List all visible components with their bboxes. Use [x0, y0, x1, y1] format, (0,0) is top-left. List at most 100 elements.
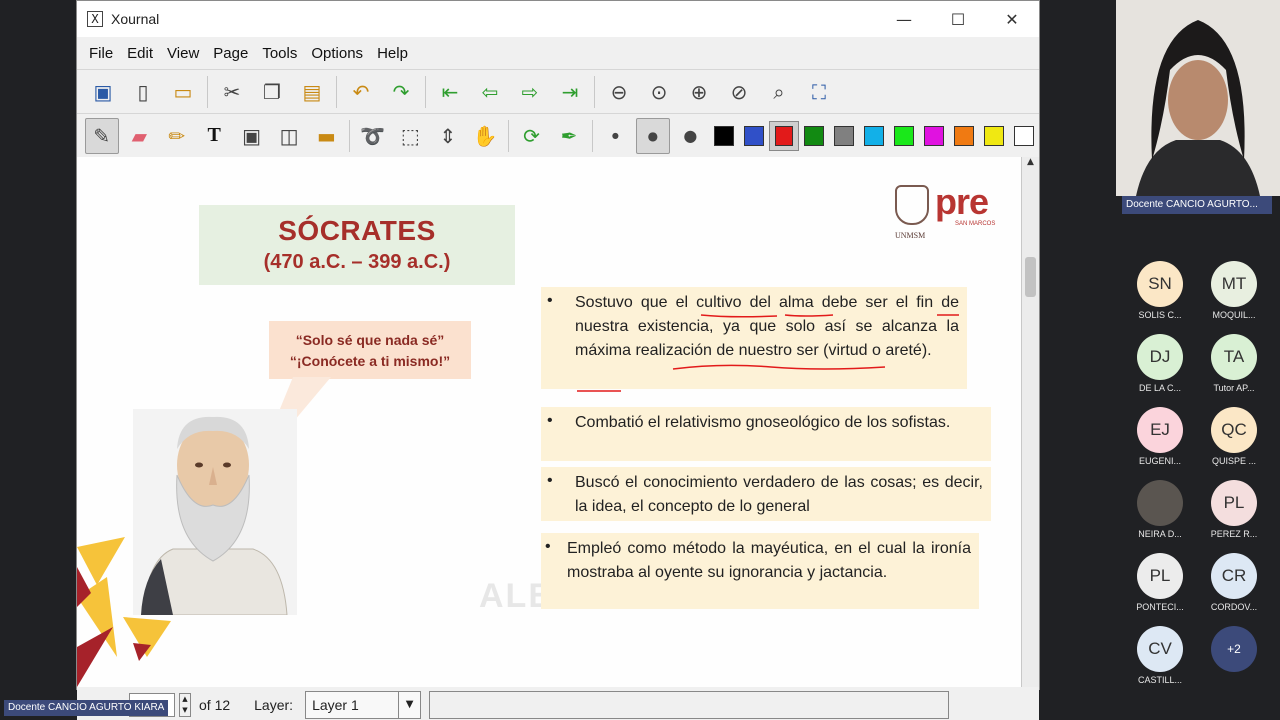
menu-help[interactable]: Help — [377, 45, 408, 62]
layer-value: Layer 1 — [312, 697, 359, 713]
paste-icon[interactable]: ▤ — [294, 74, 330, 110]
menu-options[interactable]: Options — [311, 45, 363, 62]
page-spinner[interactable]: ▲ ▼ — [179, 693, 191, 717]
layer-dropdown[interactable]: Layer 1 ▼ — [305, 691, 422, 719]
zoom-out-icon[interactable]: ⊖ — [601, 74, 637, 110]
menu-page[interactable]: Page — [213, 45, 248, 62]
color-swatch — [714, 125, 735, 146]
shape-recognizer-icon[interactable]: ◫ — [272, 118, 305, 154]
thickness-thick-icon[interactable]: ● — [674, 118, 707, 154]
vertical-scrollbar[interactable]: ▲ — [1021, 157, 1039, 687]
title-bar: X Xournal — ☐ ✕ — [77, 1, 1039, 37]
undo-icon[interactable]: ↶ — [343, 74, 379, 110]
participant-tile[interactable]: DJ DE LA C... — [1125, 334, 1195, 393]
window-title: Xournal — [111, 11, 160, 27]
page-canvas[interactable]: SÓCRATES (470 a.C. – 399 a.C.) pre SAN M… — [77, 157, 1021, 687]
redo-icon[interactable]: ↷ — [383, 74, 419, 110]
toolbar-separator — [591, 119, 593, 152]
toolbar-separator — [594, 75, 595, 108]
scroll-thumb[interactable] — [1025, 257, 1036, 297]
color-magenta[interactable] — [919, 121, 949, 151]
maximize-button[interactable]: ☐ — [931, 10, 985, 29]
participant-tile[interactable]: +2 — [1199, 626, 1269, 675]
cut-icon[interactable]: ✂ — [214, 74, 250, 110]
fullscreen-icon[interactable]: ⛶ — [801, 74, 837, 110]
participant-tile[interactable]: EJ EUGENI... — [1125, 407, 1195, 466]
minimize-button[interactable]: — — [877, 10, 931, 29]
status-message-box — [429, 691, 950, 719]
avatar: EJ — [1137, 407, 1183, 453]
previous-page-icon[interactable]: ⇦ — [472, 74, 508, 110]
color-orange[interactable] — [949, 121, 979, 151]
eraser-icon[interactable]: ▰ — [123, 118, 156, 154]
tools-toolbar: ✎ ▰ ✏ T ▣ ◫ ▬ ➰ ⬚ ⇕ ✋ ⟳ ✒ ● ● ● — [77, 113, 1039, 157]
avatar — [1137, 480, 1183, 526]
highlighter-icon[interactable]: ✏ — [160, 118, 193, 154]
save-icon[interactable]: ▣ — [85, 74, 121, 110]
participant-tile[interactable]: PL PEREZ R... — [1199, 480, 1269, 539]
color-swatch — [954, 125, 975, 146]
color-light-green[interactable] — [889, 121, 919, 151]
zoom-normal-icon[interactable]: ⊙ — [641, 74, 677, 110]
avatar: MT — [1211, 261, 1257, 307]
menu-edit[interactable]: Edit — [127, 45, 153, 62]
color-blue[interactable] — [739, 121, 769, 151]
quote-box: “Solo sé que nada sé” “¡Conócete a ti mi… — [269, 321, 471, 379]
page-width-icon[interactable]: ⊘ — [721, 74, 757, 110]
text-tool-icon[interactable]: T — [197, 118, 230, 154]
toolbar-separator — [349, 119, 351, 152]
participant-name: QUISPE ... — [1211, 456, 1256, 466]
participant-name: EUGENI... — [1138, 456, 1181, 466]
color-yellow[interactable] — [979, 121, 1009, 151]
default-pen-icon[interactable]: ✒ — [552, 118, 585, 154]
participant-tile[interactable]: NEIRA D... — [1125, 480, 1195, 539]
slide-dates: (470 a.C. – 399 a.C.) — [263, 251, 451, 273]
lasso-select-icon[interactable]: ➰ — [356, 118, 389, 154]
participant-tile[interactable]: CR CORDOV... — [1199, 553, 1269, 612]
participant-name: CORDOV... — [1210, 602, 1258, 612]
color-white[interactable] — [1009, 121, 1039, 151]
participant-tile[interactable]: QC QUISPE ... — [1199, 407, 1269, 466]
open-folder-icon[interactable]: ▭ — [165, 74, 201, 110]
thickness-fine-icon[interactable]: ● — [599, 118, 632, 154]
participant-tile[interactable]: CV CASTILL... — [1125, 626, 1195, 685]
color-gray[interactable] — [829, 121, 859, 151]
color-swatch — [744, 125, 765, 146]
close-button[interactable]: ✕ — [985, 10, 1039, 29]
participant-name: MOQUIL... — [1212, 310, 1256, 320]
toolbar-separator — [336, 75, 337, 108]
participant-tile[interactable]: SN SOLIS C... — [1125, 261, 1195, 320]
menu-view[interactable]: View — [167, 45, 199, 62]
ruler-icon[interactable]: ▬ — [310, 118, 343, 154]
next-page-icon[interactable]: ⇨ — [512, 74, 548, 110]
participant-tile[interactable]: MT MOQUIL... — [1199, 261, 1269, 320]
hand-tool-icon[interactable]: ✋ — [468, 118, 501, 154]
default-tool-icon[interactable]: ⟳ — [515, 118, 548, 154]
scroll-up-icon[interactable]: ▲ — [1022, 157, 1039, 173]
copy-icon[interactable]: ❐ — [254, 74, 290, 110]
last-page-icon[interactable]: ⇥ — [552, 74, 588, 110]
color-green[interactable] — [799, 121, 829, 151]
quote-line-1: “Solo sé que nada sé” — [295, 332, 445, 348]
color-black[interactable] — [709, 121, 739, 151]
color-swatch — [775, 125, 794, 146]
menu-tools[interactable]: Tools — [262, 45, 297, 62]
rect-select-icon[interactable]: ⬚ — [394, 118, 427, 154]
color-light-blue[interactable] — [859, 121, 889, 151]
meeting-participants-panel: Docente CANCIO AGURTO... SN SOLIS C... MT M… — [1116, 0, 1280, 720]
participant-name: CASTILL... — [1137, 675, 1182, 685]
new-page-icon[interactable]: ▯ — [125, 74, 161, 110]
participant-tile[interactable]: TA Tutor AP... — [1199, 334, 1269, 393]
participant-tile[interactable]: PL PONTECI... — [1125, 553, 1195, 612]
image-tool-icon[interactable]: ▣ — [235, 118, 268, 154]
color-red[interactable] — [769, 120, 800, 151]
slide-title: SÓCRATES — [278, 215, 436, 246]
first-page-icon[interactable]: ⇤ — [432, 74, 468, 110]
zoom-in-icon[interactable]: ⊕ — [681, 74, 717, 110]
vertical-space-icon[interactable]: ⇕ — [431, 118, 464, 154]
thickness-medium-icon[interactable]: ● — [636, 117, 670, 154]
pen-icon[interactable]: ✎ — [85, 117, 119, 154]
layer-label: Layer: — [254, 697, 294, 713]
zoom-set-icon[interactable]: ⌕ — [761, 74, 797, 110]
menu-file[interactable]: File — [89, 45, 113, 62]
